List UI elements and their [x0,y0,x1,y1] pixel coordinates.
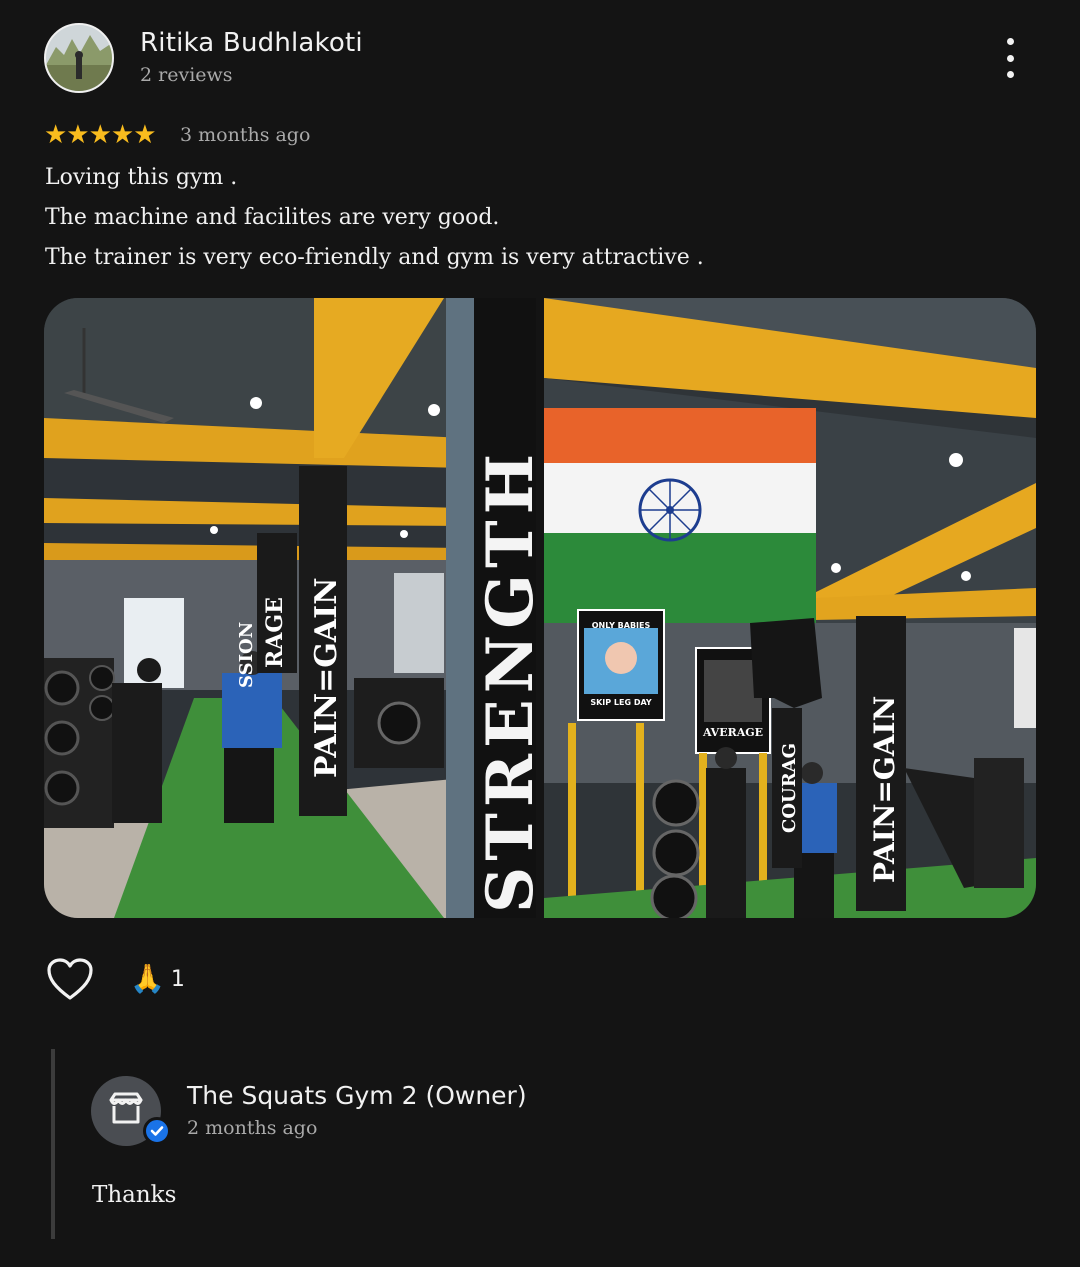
rating-stars: ★★★★★ [44,120,157,150]
reply-date: 2 months ago [187,1117,318,1139]
owner-name[interactable]: The Squats Gym 2 (Owner) [187,1081,527,1110]
gym-photo-1: RAGE SSION PAIN=GAIN STRENGTH [44,298,536,918]
photo1-rage-sign: RAGE [262,597,288,668]
reviewer-name[interactable]: Ritika Budhlakoti [140,28,363,58]
reaction-count: 1 [170,966,185,992]
review-text: Loving this gym . The machine and facili… [45,158,704,278]
review-line: The machine and facilites are very good. [45,205,500,230]
more-options-icon[interactable] [996,38,1024,78]
review-photo-1[interactable]: RAGE SSION PAIN=GAIN STRENGTH [44,298,536,918]
reaction-summary[interactable]: 🙏 1 [130,964,185,994]
photo2-courage-sign: COURAG [779,743,800,833]
poster-bottom-text: SKIP LEG DAY [590,698,652,707]
reviewer-avatar[interactable] [44,23,114,93]
reply-text: Thanks [92,1182,177,1208]
photo1-ssion-sign: SSION [236,622,257,688]
like-heart-icon[interactable] [46,957,94,1001]
reviewer-review-count: 2 reviews [140,64,233,86]
folded-hands-icon: 🙏 [130,962,165,995]
photo1-pain-gain-sign: PAIN=GAIN [309,577,344,778]
verified-check-icon [143,1117,171,1145]
photo1-strength-sign: STRENGTH [473,448,536,913]
poster-average-text: AVERAGE [702,726,763,739]
photo2-pain-gain-sign: PAIN=GAIN [868,696,901,883]
gym-photo-2: ONLY BABIES SKIP LEG DAY AVERAGE COURAG … [544,298,1036,918]
poster-top-text: ONLY BABIES [592,621,651,630]
review-photo-2[interactable]: ONLY BABIES SKIP LEG DAY AVERAGE COURAG … [544,298,1036,918]
avatar-photo [46,25,112,91]
review-line: Loving this gym . [45,165,238,190]
review-line: The trainer is very eco-friendly and gym… [45,245,704,270]
reply-divider [51,1049,55,1239]
review-date: 3 months ago [180,124,311,146]
